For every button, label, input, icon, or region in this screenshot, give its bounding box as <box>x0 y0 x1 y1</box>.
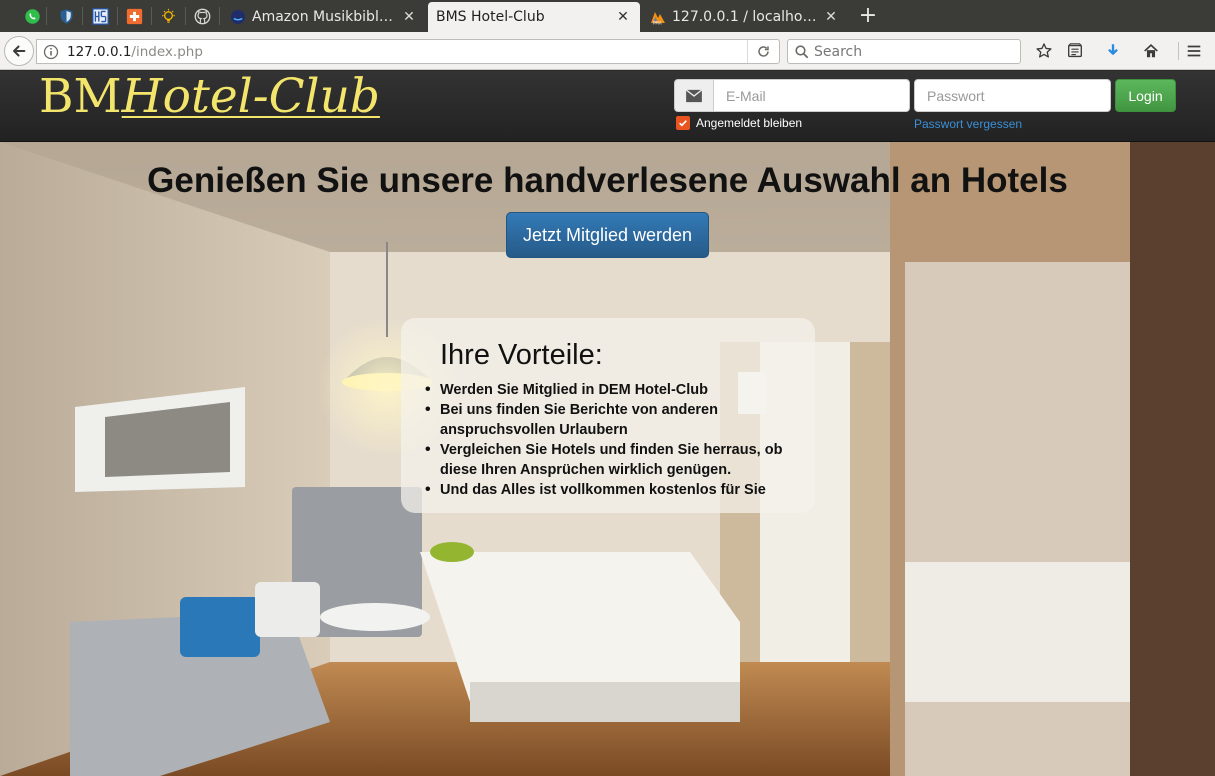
url-host: 127.0.0.1 <box>67 43 132 60</box>
tab-bms-hotel-club[interactable]: BMS Hotel-Club ✕ <box>428 2 640 32</box>
list-item: Bei uns finden Sie Berichte von anderen … <box>425 400 791 440</box>
reload-button[interactable] <box>747 40 779 63</box>
tab-title: 127.0.0.1 / localhost... <box>672 9 818 25</box>
svg-text:PMA: PMA <box>653 21 662 26</box>
search-bar[interactable] <box>787 39 1021 64</box>
tab-title: BMS Hotel-Club <box>436 9 545 25</box>
back-button[interactable] <box>4 36 34 66</box>
login-button[interactable]: Login <box>1115 79 1176 112</box>
close-icon[interactable]: ✕ <box>616 9 630 25</box>
tab-divider <box>219 7 220 25</box>
download-icon[interactable] <box>1102 40 1124 62</box>
remember-label: Angemeldet bleiben <box>696 116 803 130</box>
benefits-panel: Ihre Vorteile: Werden Sie Mitglied in DE… <box>401 318 815 513</box>
tab-divider <box>117 7 118 25</box>
url-bar[interactable]: 127.0.0.1/index.php <box>36 39 780 64</box>
browser-nav-bar: 127.0.0.1/index.php <box>0 32 1215 70</box>
search-input[interactable] <box>814 41 1014 62</box>
remember-me[interactable]: Angemeldet bleiben <box>676 116 802 130</box>
shield-icon[interactable] <box>53 4 79 28</box>
list-item: Vergleichen Sie Hotels und finden Sie he… <box>425 440 791 480</box>
new-tab-button[interactable]: + <box>855 3 881 29</box>
site-header: BMHotel-Club Login Angemeldet bleiben Pa… <box>0 71 1215 142</box>
bookmark-star-icon[interactable] <box>1033 40 1055 62</box>
hs-grid-icon[interactable] <box>87 4 113 28</box>
benefits-heading: Ihre Vorteile: <box>440 339 603 371</box>
benefits-list: Werden Sie Mitglied in DEM Hotel-Club Be… <box>425 380 791 500</box>
search-icon <box>795 44 809 58</box>
phpmyadmin-icon: PMA <box>650 9 666 26</box>
reload-icon <box>758 46 769 57</box>
menu-icon[interactable] <box>1183 40 1205 62</box>
browser-tab-strip: Amazon Musikbibli... ✕ BMS Hotel-Club ✕ … <box>0 0 1215 32</box>
tab-amazon-music[interactable]: Amazon Musikbibli... ✕ <box>222 2 426 32</box>
tab-divider <box>46 7 47 25</box>
email-input-group <box>674 79 910 112</box>
brand-plain-text: BM <box>39 69 122 124</box>
url-path: /index.php <box>131 43 203 60</box>
toolbar-divider <box>1178 42 1179 60</box>
github-icon[interactable] <box>189 4 215 28</box>
checkmark-icon <box>679 120 687 127</box>
info-icon[interactable] <box>43 44 59 60</box>
email-field[interactable] <box>713 79 910 112</box>
password-field[interactable] <box>914 79 1111 112</box>
list-item: Werden Sie Mitglied in DEM Hotel-Club <box>425 380 791 400</box>
join-now-button[interactable]: Jetzt Mitglied werden <box>506 212 709 258</box>
tab-divider <box>82 7 83 25</box>
tab-divider <box>151 7 152 25</box>
remember-checkbox[interactable] <box>676 116 690 130</box>
brand-logo[interactable]: BMHotel-Club <box>39 71 380 123</box>
close-icon[interactable]: ✕ <box>824 9 838 25</box>
hero-section: Genießen Sie unsere handverlesene Auswah… <box>0 142 1215 776</box>
list-item: Und das Alles ist vollkommen kostenlos f… <box>425 480 791 500</box>
tab-divider <box>185 7 186 25</box>
envelope-icon <box>674 79 713 112</box>
forgot-password-link[interactable]: Passwort vergessen <box>914 117 1022 131</box>
close-icon[interactable]: ✕ <box>402 9 416 25</box>
back-arrow-icon <box>13 45 26 57</box>
lightbulb-icon[interactable] <box>155 4 181 28</box>
reading-list-icon[interactable] <box>1064 40 1086 62</box>
hero-title: Genießen Sie unsere handverlesene Auswah… <box>147 161 1068 200</box>
tab-title: Amazon Musikbibli... <box>252 9 396 25</box>
tab-phpmyadmin[interactable]: PMA 127.0.0.1 / localhost... ✕ <box>642 2 848 32</box>
amazon-music-icon <box>230 9 246 25</box>
whatsapp-icon[interactable] <box>19 4 45 28</box>
swiss-cross-icon[interactable] <box>121 4 147 28</box>
home-icon[interactable] <box>1140 40 1162 62</box>
brand-italic-text: Hotel-Club <box>121 69 380 124</box>
